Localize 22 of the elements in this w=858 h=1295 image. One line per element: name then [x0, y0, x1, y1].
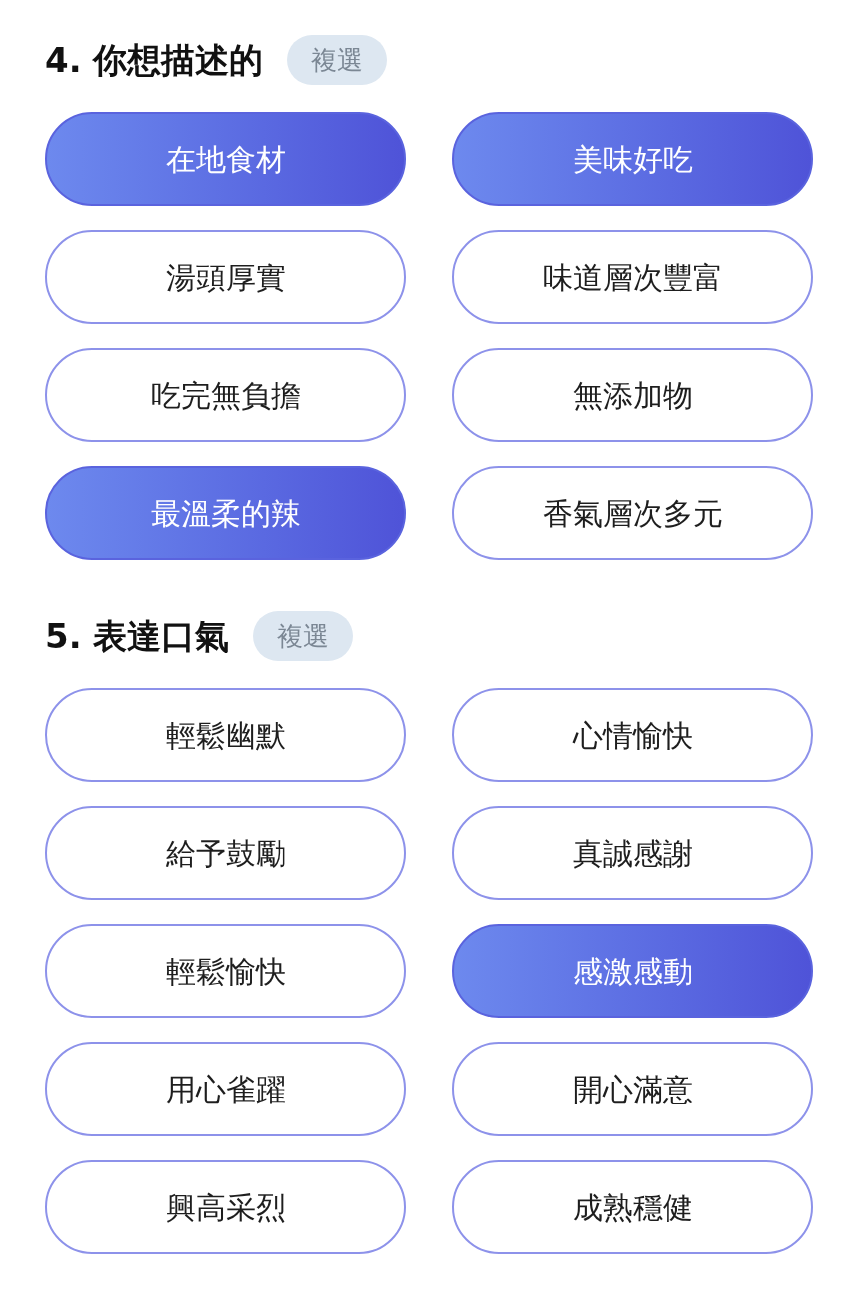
multi-select-badge: 複選 [287, 35, 388, 85]
option-chip[interactable]: 無添加物 [452, 348, 813, 442]
option-chip[interactable]: 成熟穩健 [452, 1160, 813, 1254]
option-chip[interactable]: 最溫柔的辣 [45, 466, 406, 560]
option-chip[interactable]: 心情愉快 [452, 688, 813, 782]
option-chip[interactable]: 香氣層次多元 [452, 466, 813, 560]
option-chip[interactable]: 興高采烈 [45, 1160, 406, 1254]
option-chip[interactable]: 感激感動 [452, 924, 813, 1018]
section-title: 5. 表達口氣 [45, 619, 230, 653]
option-chip[interactable]: 輕鬆幽默 [45, 688, 406, 782]
option-chip[interactable]: 用心雀躍 [45, 1042, 406, 1136]
option-chip[interactable]: 給予鼓勵 [45, 806, 406, 900]
option-chip[interactable]: 開心滿意 [452, 1042, 813, 1136]
option-chip[interactable]: 在地食材 [45, 112, 406, 206]
option-chip[interactable]: 美味好吃 [452, 112, 813, 206]
section-title: 4. 你想描述的 [45, 43, 264, 77]
option-chip[interactable]: 輕鬆愉快 [45, 924, 406, 1018]
option-chip[interactable]: 吃完無負擔 [45, 348, 406, 442]
multi-select-badge: 複選 [253, 611, 354, 661]
option-chip[interactable]: 真誠感謝 [452, 806, 813, 900]
option-chip[interactable]: 湯頭厚實 [45, 230, 406, 324]
option-chip[interactable]: 味道層次豐富 [452, 230, 813, 324]
